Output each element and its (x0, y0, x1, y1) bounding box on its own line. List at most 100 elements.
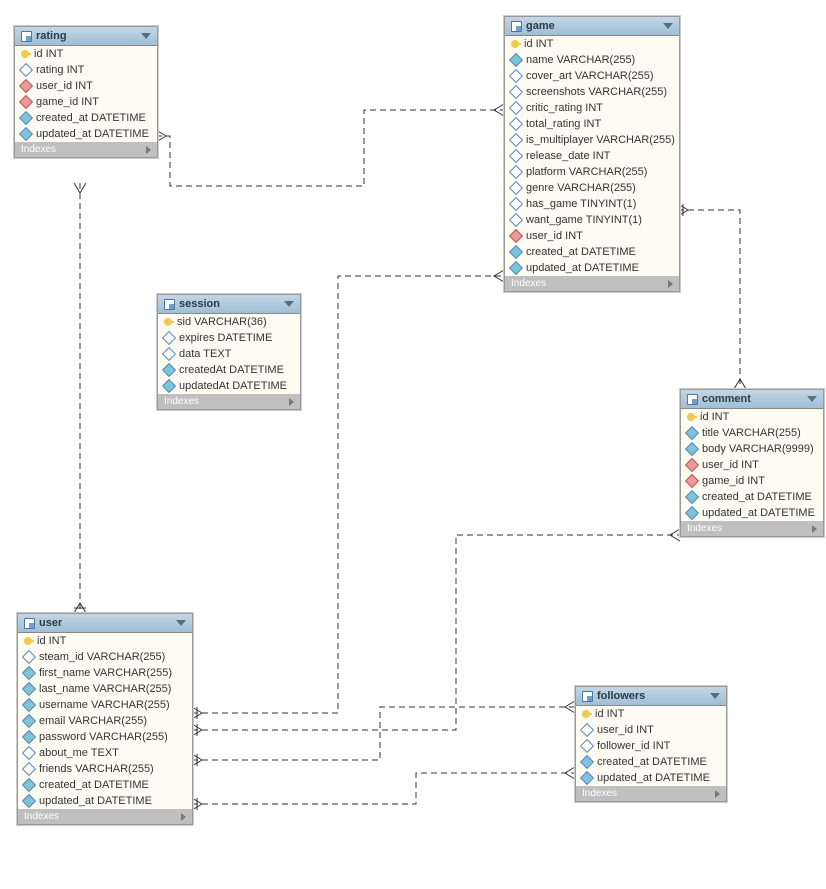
field-row[interactable]: about_me TEXT (18, 745, 192, 761)
table-icon (687, 394, 698, 405)
foreign-key-icon (19, 95, 33, 109)
primary-key-icon (24, 637, 32, 645)
collapse-icon[interactable] (663, 23, 673, 29)
entity-header[interactable]: comment (681, 390, 823, 409)
field-row[interactable]: created_at DATETIME (15, 110, 157, 126)
field-label: created_at DATETIME (36, 112, 146, 124)
column-icon (509, 117, 523, 131)
field-row[interactable]: last_name VARCHAR(255) (18, 681, 192, 697)
field-row[interactable]: name VARCHAR(255) (505, 52, 679, 68)
field-row[interactable]: genre VARCHAR(255) (505, 180, 679, 196)
entity-header[interactable]: followers (576, 687, 726, 706)
field-row[interactable]: created_at DATETIME (681, 489, 823, 505)
field-row[interactable]: rating INT (15, 62, 157, 78)
column-icon (509, 133, 523, 147)
field-row[interactable]: cover_art VARCHAR(255) (505, 68, 679, 84)
field-row[interactable]: id INT (505, 36, 679, 52)
entity-header[interactable]: game (505, 17, 679, 36)
field-row[interactable]: first_name VARCHAR(255) (18, 665, 192, 681)
entity-user[interactable]: user id INTsteam_id VARCHAR(255)first_na… (17, 613, 193, 825)
field-row[interactable]: created_at DATETIME (505, 244, 679, 260)
entity-title: game (526, 20, 555, 32)
foreign-key-icon (509, 229, 523, 243)
indexes-footer[interactable]: Indexes (505, 276, 679, 291)
entity-rating[interactable]: rating id INT rating INTuser_id INTgame_i… (14, 26, 158, 158)
field-row[interactable]: updated_at DATETIME (505, 260, 679, 276)
field-row[interactable]: steam_id VARCHAR(255) (18, 649, 192, 665)
entity-header[interactable]: session (158, 295, 300, 314)
collapse-icon[interactable] (141, 33, 151, 39)
column-icon (509, 245, 523, 259)
entity-comment[interactable]: comment id INT title VARCHAR(255) body VAR… (680, 389, 824, 537)
field-row[interactable]: sid VARCHAR(36) (158, 314, 300, 330)
collapse-icon[interactable] (710, 693, 720, 699)
field-row[interactable]: user_id INT (681, 457, 823, 473)
field-row[interactable]: has_game TINYINT(1) (505, 196, 679, 212)
expand-icon (289, 398, 294, 406)
indexes-footer[interactable]: Indexes (18, 809, 192, 824)
field-row[interactable]: follower_id INT (576, 738, 726, 754)
column-icon (685, 490, 699, 504)
field-row[interactable]: createdAt DATETIME (158, 362, 300, 378)
field-label: updated_at DATETIME (39, 795, 152, 807)
field-row[interactable]: friends VARCHAR(255) (18, 761, 192, 777)
field-row[interactable]: critic_rating INT (505, 100, 679, 116)
collapse-icon[interactable] (284, 301, 294, 307)
field-label: user_id INT (526, 230, 583, 242)
column-icon (509, 261, 523, 275)
field-label: body VARCHAR(9999) (702, 443, 814, 455)
field-row[interactable]: password VARCHAR(255) (18, 729, 192, 745)
field-row[interactable]: id INT (15, 46, 157, 62)
table-icon (164, 299, 175, 310)
expand-icon (715, 790, 720, 798)
field-row[interactable]: email VARCHAR(255) (18, 713, 192, 729)
field-row[interactable]: updatedAt DATETIME (158, 378, 300, 394)
field-row[interactable]: is_multiplayer VARCHAR(255) (505, 132, 679, 148)
entity-header[interactable]: rating (15, 27, 157, 46)
collapse-icon[interactable] (176, 620, 186, 626)
entity-header[interactable]: user (18, 614, 192, 633)
collapse-icon[interactable] (807, 396, 817, 402)
field-row[interactable]: data TEXT (158, 346, 300, 362)
indexes-footer[interactable]: Indexes (158, 394, 300, 409)
field-row[interactable]: want_game TINYINT(1) (505, 212, 679, 228)
field-row[interactable]: title VARCHAR(255) (681, 425, 823, 441)
field-row[interactable]: release_date INT (505, 148, 679, 164)
indexes-footer[interactable]: Indexes (681, 521, 823, 536)
field-row[interactable]: id INT (681, 409, 823, 425)
field-label: email VARCHAR(255) (39, 715, 147, 727)
indexes-footer[interactable]: Indexes (576, 786, 726, 801)
field-row[interactable]: total_rating INT (505, 116, 679, 132)
field-label: username VARCHAR(255) (39, 699, 170, 711)
field-row[interactable]: game_id INT (681, 473, 823, 489)
field-row[interactable]: user_id INT (576, 722, 726, 738)
field-row[interactable]: platform VARCHAR(255) (505, 164, 679, 180)
entity-fields: id INT rating INTuser_id INTgame_id INT cr… (15, 46, 157, 142)
field-row[interactable]: updated_at DATETIME (15, 126, 157, 142)
field-row[interactable]: id INT (18, 633, 192, 649)
entity-title: followers (597, 690, 645, 702)
field-label: title VARCHAR(255) (702, 427, 801, 439)
field-row[interactable]: user_id INT (15, 78, 157, 94)
entity-session[interactable]: session sid VARCHAR(36)expires DATETIMEd… (157, 294, 301, 410)
table-icon (582, 691, 593, 702)
field-row[interactable]: created_at DATETIME (576, 754, 726, 770)
field-row[interactable]: game_id INT (15, 94, 157, 110)
field-row[interactable]: expires DATETIME (158, 330, 300, 346)
field-row[interactable]: created_at DATETIME (18, 777, 192, 793)
entity-followers[interactable]: followers id INTuser_id INTfollower_id I… (575, 686, 727, 802)
field-row[interactable]: id INT (576, 706, 726, 722)
field-row[interactable]: body VARCHAR(9999) (681, 441, 823, 457)
field-row[interactable]: updated_at DATETIME (681, 505, 823, 521)
primary-key-icon (511, 40, 519, 48)
field-row[interactable]: updated_at DATETIME (18, 793, 192, 809)
indexes-label: Indexes (511, 278, 546, 289)
field-row[interactable]: screenshots VARCHAR(255) (505, 84, 679, 100)
column-icon (22, 762, 36, 776)
field-row[interactable]: username VARCHAR(255) (18, 697, 192, 713)
indexes-footer[interactable]: Indexes (15, 142, 157, 157)
field-label: id INT (34, 48, 63, 60)
field-row[interactable]: updated_at DATETIME (576, 770, 726, 786)
entity-game[interactable]: game id INTname VARCHAR(255)cover_art VA… (504, 16, 680, 292)
field-row[interactable]: user_id INT (505, 228, 679, 244)
